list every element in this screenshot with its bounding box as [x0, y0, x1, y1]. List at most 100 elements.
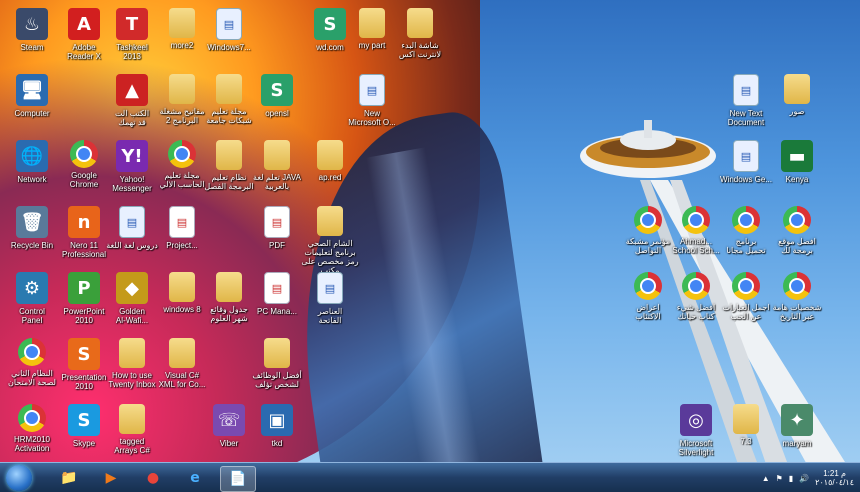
desktop-icon-label: شاشة البدء لانترنت اكس	[398, 41, 442, 59]
desktop-icon[interactable]: 🗑 Recycle Bin	[2, 206, 62, 250]
desktop-icon[interactable]: tagged Arrays C#	[102, 404, 162, 455]
app-icon: S	[68, 404, 100, 436]
chrome-icon	[634, 206, 662, 234]
start-button[interactable]	[6, 465, 32, 491]
chrome-icon	[682, 272, 710, 300]
desktop-icon[interactable]: ▣ tkd	[247, 404, 307, 448]
desktop-icon-label: Visual C# XML for Co...	[158, 371, 206, 389]
taskbar-media-player-button[interactable]: ▶	[94, 466, 128, 490]
doc-icon: ▤	[264, 206, 290, 238]
desktop-icon[interactable]: شاشة البدء لانترنت اكس	[390, 8, 450, 59]
taskbar-explorer-button[interactable]: 📁	[52, 466, 86, 490]
chrome-icon	[18, 338, 46, 366]
clock-date: ٢٠١٥/٠٤/١٤	[815, 478, 854, 487]
desktop-icon-label: شخصيات هامة عبر التاريخ	[772, 303, 822, 321]
desktop-icon-label: Steam	[20, 43, 44, 52]
clock-time: 1:21 م	[823, 469, 846, 478]
desktop-icon[interactable]: صور	[767, 74, 827, 116]
folder-icon	[733, 404, 759, 434]
desktop-icon[interactable]: Sopensl	[247, 74, 307, 118]
tray-volume-icon[interactable]: 🔊	[799, 474, 809, 483]
desktop-icon[interactable]: Visual C# XML for Co...	[152, 338, 212, 389]
desktop-icon[interactable]: 🖥 Computer	[2, 74, 62, 118]
folder-icon	[264, 338, 290, 368]
tray-flag-icon[interactable]: ⚑	[776, 474, 783, 483]
desktop-icon[interactable]: ▤ العناصر الفاتحة	[300, 272, 360, 325]
chrome-icon	[18, 404, 46, 432]
desktop-icon-label: تعلم لغة JAVA بالعربية	[253, 173, 301, 191]
desktop-icon-label: الشام الصحي برنامج لتعليمات رمز مخصص على…	[301, 239, 359, 275]
app-icon: ⚙	[16, 272, 48, 304]
app-icon: P	[68, 272, 100, 304]
desktop-icon-label: Kenya	[785, 175, 809, 184]
word-icon: ▤	[733, 140, 759, 172]
folder-icon	[216, 74, 242, 104]
desktop-icon[interactable]: ✦ maryam	[767, 404, 827, 448]
desktop-icon[interactable]: ▤ Project...	[152, 206, 212, 250]
folder-icon	[264, 140, 290, 170]
chrome-icon	[732, 206, 760, 234]
desktop-icon-label: صور	[789, 107, 805, 116]
folder-icon	[119, 404, 145, 434]
doc-icon: ▤	[169, 206, 195, 238]
desktop-icon[interactable]: ♨ Steam	[2, 8, 62, 52]
app-icon: ▣	[261, 404, 293, 436]
space-needle-top	[580, 120, 716, 178]
desktop-icon[interactable]: النظام الثاني لصحة الامتحان	[2, 338, 62, 387]
folder-icon	[216, 140, 242, 170]
folder-icon	[317, 140, 343, 170]
folder-icon	[359, 8, 385, 38]
word-icon: ▤	[216, 8, 242, 40]
desktop-icon[interactable]: شخصيات هامة عبر التاريخ	[767, 272, 827, 321]
desktop-icon[interactable]: ▤ PC Mana...	[247, 272, 307, 316]
notepad-icon: 📄	[229, 471, 247, 487]
desktop-icon-label: Recycle Bin	[10, 241, 54, 250]
folder-icon	[784, 74, 810, 104]
taskbar-chrome-button[interactable]: ●	[136, 466, 170, 490]
app-icon: 🌐	[16, 140, 48, 172]
desktop-icon[interactable]: تعلم لغة JAVA بالعربية	[247, 140, 307, 191]
desktop-icon[interactable]: ▤ Windows7...	[199, 8, 259, 52]
app-icon: S	[68, 338, 100, 370]
taskbar-notepad-button[interactable]: 📄	[220, 466, 256, 492]
chrome-icon	[70, 140, 98, 168]
desktop-icon[interactable]: ▤ New Microsoft O...	[342, 74, 402, 127]
app-icon: S	[261, 74, 293, 106]
word-icon: ▤	[733, 74, 759, 106]
app-icon: ◆	[116, 272, 148, 304]
desktop-icon[interactable]: ▬ Kenya	[767, 140, 827, 184]
app-icon: A	[68, 8, 100, 40]
folder-icon	[317, 206, 343, 236]
desktop-icon-label: tagged Arrays C#	[114, 437, 150, 455]
desktop-icon[interactable]: 🌐 Network	[2, 140, 62, 184]
word-icon: ▤	[317, 272, 343, 304]
folder-icon	[119, 338, 145, 368]
tray-network-icon[interactable]: ▮	[789, 474, 793, 483]
desktop-icon-label: HRM2010 Activation	[13, 435, 50, 453]
desktop: ♨ Steam A Adobe Reader X T Tashkeel 2013 more2…	[0, 0, 860, 462]
desktop-icon[interactable]: ap.red	[300, 140, 360, 182]
desktop-icon-label: النظام الثاني لصحة الامتحان	[7, 369, 56, 387]
desktop-icon[interactable]: ⚙ Control Panel	[2, 272, 62, 325]
desktop-icon-label: opensl	[265, 109, 289, 118]
desktop-icon[interactable]: HRM2010 Activation	[2, 404, 62, 453]
chrome-icon	[682, 206, 710, 234]
app-icon: ◎	[680, 404, 712, 436]
desktop-icon[interactable]: ▤ PDF	[247, 206, 307, 250]
chrome-icon	[168, 140, 196, 168]
desktop-icon[interactable]: الشام الصحي برنامج لتعليمات رمز مخصص على…	[300, 206, 360, 275]
clock[interactable]: 1:21 م ٢٠١٥/٠٤/١٤	[815, 469, 854, 487]
desktop-icon-label: العناصر الفاتحة	[317, 307, 343, 325]
tray-arrow-icon[interactable]: ▲	[762, 474, 770, 483]
taskbar-internet-explorer-button[interactable]: e	[178, 466, 212, 490]
explorer-icon: 📁	[60, 470, 78, 486]
desktop-icon-label: tkd	[271, 439, 283, 448]
desktop-icon-label: ap.red	[318, 173, 342, 182]
doc-icon: ▤	[264, 272, 290, 304]
desktop-icon-label: Project...	[166, 241, 198, 250]
desktop-icon[interactable]: افضل موقع برمجة لك	[767, 206, 827, 255]
folder-icon	[169, 338, 195, 368]
app-icon: Y!	[116, 140, 148, 172]
desktop-icon-label: Computer	[14, 109, 50, 118]
desktop-icon[interactable]: أفضل الوظائف لشخص تؤلف	[247, 338, 307, 389]
